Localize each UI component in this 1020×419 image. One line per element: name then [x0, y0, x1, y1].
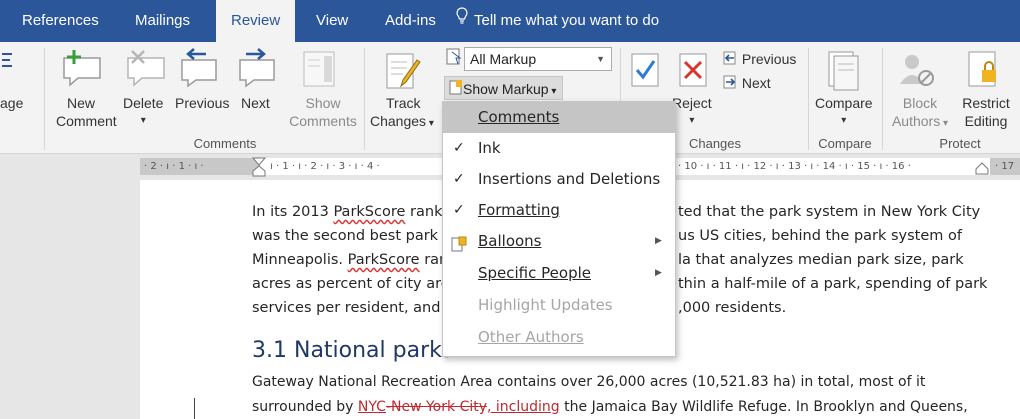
chevron-down-icon: ▾: [940, 118, 949, 129]
paragraph-line-4-right: thin a half-mile of a park, spending of …: [678, 276, 988, 292]
tab-references[interactable]: References: [22, 0, 99, 42]
show-comments-icon: [300, 50, 340, 95]
ruler-number-end: · 17: [995, 161, 1015, 172]
paragraph-line-2-right: us US cities, behind the park system of: [678, 228, 963, 244]
track-changes-button[interactable]: Track Changes ▾: [370, 94, 438, 133]
previous-comment-button[interactable]: Previous: [175, 94, 229, 112]
menu-item-balloons[interactable]: Balloons ▶: [443, 226, 675, 257]
tell-me-text: Tell me what you want to do: [474, 12, 660, 29]
paragraph-line-2: was the second best park sy: [252, 228, 459, 244]
show-markup-icon: [449, 78, 463, 102]
ruler-numbers-left: · 2 · ı · 1 · ı ·: [144, 161, 204, 172]
show-markup-menu: Comments ✓ Ink ✓ Insertions and Deletion…: [442, 101, 676, 357]
partial-icon: [0, 52, 14, 75]
menu-item-other-authors[interactable]: Other Authors: [443, 322, 675, 353]
restrict-editing-icon: [966, 50, 1002, 95]
change-bar: [194, 398, 195, 419]
compare-group-label: Compare: [818, 136, 872, 151]
deleted-text: -New York City: [385, 399, 488, 415]
paragraph-line-1-right: ted that the park system in New York Cit…: [678, 204, 981, 220]
chevron-down-icon: ▾: [140, 115, 146, 126]
next-change-icon: [722, 74, 738, 94]
chevron-down-icon: ▾: [841, 115, 847, 126]
chevron-down-icon: ▼: [596, 54, 605, 64]
paragraph-line-4: acres as percent of city area: [252, 276, 459, 292]
restrict-editing-button[interactable]: Restrict Editing: [955, 94, 1017, 130]
checkmark-icon: ✓: [453, 202, 465, 218]
partial-button-label[interactable]: age: [0, 94, 23, 112]
changes-group-label: Changes: [688, 136, 742, 151]
paragraph-line-5-right: ,000 residents.: [678, 300, 787, 316]
tab-review[interactable]: Review: [216, 0, 296, 42]
delete-comment-icon: [124, 48, 170, 93]
show-comments-button[interactable]: Show Comments: [285, 94, 361, 130]
block-authors-icon: [898, 50, 938, 95]
tab-view[interactable]: View: [316, 0, 348, 42]
chevron-down-icon: ▾: [426, 118, 434, 129]
protect-group-label: Protect: [939, 136, 981, 151]
chevron-down-icon: ▾: [689, 115, 695, 126]
menu-item-specific-people[interactable]: Specific People ▶: [443, 258, 675, 289]
menu-item-ink[interactable]: ✓ Ink: [443, 133, 675, 164]
ruler-numbers-right: · 10 · ı · 11 · ı · 12 · ı · 13 · ı · 14…: [678, 161, 911, 172]
paragraph2-line-1: Gateway National Recreation Area contain…: [252, 374, 926, 390]
checkmark-icon: ✓: [453, 171, 465, 187]
markup-select[interactable]: All Markup ▼: [464, 47, 612, 71]
compare-button[interactable]: Compare ▾: [815, 94, 873, 130]
menu-item-formatting[interactable]: ✓ Formatting: [443, 195, 675, 226]
chevron-down-icon: ▾: [548, 86, 557, 97]
right-indent-marker[interactable]: [975, 161, 989, 180]
track-changes-icon: [383, 50, 423, 99]
delete-comment-button[interactable]: Delete ▾: [123, 94, 163, 130]
ruler-numbers-mid: ı · 1 · ı · 2 · ı · 3 · ı · 4 ·: [270, 161, 380, 172]
first-line-indent-marker[interactable]: [251, 157, 267, 182]
accept-icon: [628, 50, 664, 95]
inserted-text: NYC: [357, 399, 386, 415]
compare-icon: [826, 50, 862, 99]
next-change-button[interactable]: Next: [722, 74, 771, 94]
reject-button[interactable]: Reject ▾: [672, 94, 712, 130]
paragraph-line-1: In its 2013 ParkScore rankir: [252, 204, 453, 220]
show-markup-button[interactable]: Show Markup ▾: [444, 76, 564, 102]
menu-item-insertions-deletions[interactable]: ✓ Insertions and Deletions: [443, 164, 675, 195]
inserted-text: including: [491, 399, 560, 415]
submenu-arrow-icon: ▶: [655, 236, 662, 246]
paragraph-line-5: services per resident, and t: [252, 300, 451, 316]
checkmark-icon: ✓: [453, 140, 465, 156]
tab-add-ins[interactable]: Add-ins: [385, 0, 436, 42]
previous-comment-icon: [176, 48, 222, 93]
paragraph-line-3: Minneapolis. ParkScore ran: [252, 252, 449, 268]
lightbulb-icon: [456, 0, 468, 42]
new-comment-button[interactable]: New Comment: [56, 94, 117, 130]
submenu-arrow-icon: ▶: [655, 268, 662, 278]
next-comment-button[interactable]: Next: [241, 94, 270, 112]
menu-item-comments[interactable]: Comments: [443, 102, 675, 133]
paragraph-line-3-right: la that analyzes median park size, park: [678, 252, 964, 268]
menu-item-highlight-updates[interactable]: Highlight Updates: [443, 290, 675, 321]
previous-change-button[interactable]: Previous: [722, 50, 796, 70]
section-heading: 3.1 National parks: [252, 338, 454, 363]
new-comment-icon: [60, 48, 106, 93]
tell-me-box[interactable]: Tell me what you want to do: [456, 0, 659, 42]
next-comment-icon: [236, 48, 282, 93]
comments-group-label: Comments: [193, 136, 257, 151]
tab-mailings[interactable]: Mailings: [135, 0, 190, 42]
reject-icon: [676, 50, 712, 95]
display-for-review-icon: [446, 48, 462, 71]
paragraph2-line-2: surrounded by NYC-New York City, includi…: [252, 399, 968, 415]
block-authors-button[interactable]: Block Authors ▾: [890, 94, 950, 133]
previous-change-icon: [722, 50, 738, 70]
ribbon-tab-bar: References Mailings Review View Add-ins …: [0, 0, 1020, 42]
